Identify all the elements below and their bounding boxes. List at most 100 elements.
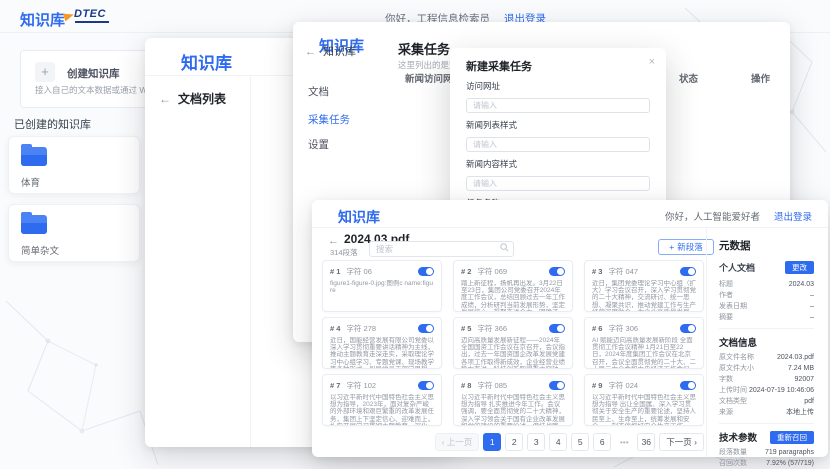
close-icon[interactable]: × — [649, 56, 655, 68]
segment-toggle[interactable] — [680, 267, 696, 276]
segment-text: 踏上新征程，扬帆再出发。3月22日至23日，集团公司党委召开2024年度工作会议… — [461, 280, 565, 312]
sidebar-item-settings[interactable]: 设置 — [308, 137, 329, 152]
column-header-action: 操作 — [751, 71, 770, 85]
info-key: 原文件大小 — [719, 364, 754, 373]
segment-card[interactable]: # 7字符 102以习近平新时代中国特色社会主义思想为指导，2023年，面对复杂… — [322, 374, 442, 426]
pagination-page-4[interactable]: 4 — [549, 433, 567, 451]
doc-type-label: 个人文档 — [719, 261, 755, 274]
user-name: 你好，人工智能爱好者 — [665, 212, 760, 223]
metadata-panel: 元数据 个人文档 更改 标题2024.03 作者– 发表日期– 摘要– 文档信息… — [706, 228, 828, 457]
field-input-content-style[interactable] — [466, 176, 650, 191]
segment-card[interactable]: # 8字符 085以习近平新时代中国特色社会主义思想为指导 扎实推进今年工作。会… — [453, 374, 573, 426]
segment-id: # 2 — [461, 267, 471, 276]
segment-id: # 9 — [592, 381, 602, 390]
segment-card[interactable]: # 9字符 024以习近平新时代中国特色社会主义思想为指导 出让全国属、深入学习… — [584, 374, 704, 426]
segment-id: # 5 — [461, 324, 471, 333]
window-header: 知识库 你好，人工智能爱好者 退出登录 — [312, 200, 828, 228]
info-value: 7.24 MB — [788, 364, 814, 373]
segment-text: 以习近平新时代中国特色社会主义思想为指导 扎实推进今年工作。会议强调，要全面贯彻… — [461, 394, 565, 426]
info-row: 上传时间2024-07-19 10:46:06 — [719, 386, 814, 395]
pagination-page-3[interactable]: 3 — [527, 433, 545, 451]
change-button[interactable]: 更改 — [785, 261, 814, 274]
pagination-page-36[interactable]: 36 — [637, 433, 655, 451]
created-kb-label: 已创建的知识库 — [14, 116, 91, 132]
pagination-prev[interactable]: ‹ 上一页 — [435, 433, 480, 451]
sidebar-item-docs[interactable]: 文档 — [308, 84, 329, 99]
field-label-url: 访问网址 — [466, 80, 650, 92]
segment-card[interactable]: # 6字符 306AI 赋能迈向高质量发展新阶段 全面贯彻工作会议精神 1月21… — [584, 317, 704, 369]
pagination-page-1[interactable]: 1 — [483, 433, 501, 451]
pagination-page-2[interactable]: 2 — [505, 433, 523, 451]
field-input-list-style[interactable] — [466, 137, 650, 152]
tech-key: 召回次数 — [719, 459, 747, 468]
segment-card[interactable]: # 4字符 278近日，国能经营发展有限公司党委以深入学习贯彻重要讲话精神为主线… — [322, 317, 442, 369]
info-key: 原文件名称 — [719, 353, 754, 362]
info-key: 文档类型 — [719, 397, 747, 406]
back-arrow-icon[interactable]: ← — [305, 46, 316, 58]
segment-chars: 字符 102 — [346, 380, 376, 391]
segment-card[interactable]: # 5字符 366迈向高质量发展新征程——2024年全国国资工作会议在京召开，会… — [453, 317, 573, 369]
back-label: 知识库 — [323, 46, 356, 58]
pagination-next[interactable]: 下一页 › — [659, 433, 704, 451]
search-input[interactable] — [369, 241, 514, 257]
meta-row: 标题 2024.03 — [719, 280, 814, 289]
segment-text: 以习近平新时代中国特色社会主义思想为指导 出让全国属、深入学习贯彻关于安全生产的… — [592, 394, 696, 426]
back-arrow-icon[interactable]: ← — [159, 92, 171, 106]
segment-toggle[interactable] — [549, 381, 565, 390]
segment-card[interactable]: # 3字符 047近日，集团党委理论学习中心组（扩大）学习会议召开，深入学习贯彻… — [584, 260, 704, 312]
segment-toggle[interactable] — [549, 267, 565, 276]
segment-id: # 1 — [330, 267, 340, 276]
segment-chars: 字符 366 — [477, 323, 507, 334]
info-key: 来源 — [719, 408, 733, 417]
segment-toggle[interactable] — [549, 324, 565, 333]
sidebar-item-collect-tasks[interactable]: 采集任务 — [308, 112, 350, 127]
segment-toggle[interactable] — [680, 381, 696, 390]
segment-text: AI 赋能迈向高质量发展新阶段 全面贯彻工作会议精神 1月21日至22日，202… — [592, 337, 696, 369]
logout-link[interactable]: 退出登录 — [774, 212, 812, 223]
kb-card-name: 体育 — [21, 175, 40, 189]
info-row: 原文件大小 7.24 MB — [719, 364, 814, 373]
meta-value: – — [810, 313, 814, 322]
meta-row: 作者– — [719, 291, 814, 300]
info-row: 字数92007 — [719, 375, 814, 384]
segment-id: # 6 — [592, 324, 602, 333]
segment-toggle[interactable] — [418, 381, 434, 390]
search-box — [369, 239, 514, 255]
magnifier-icon — [500, 243, 509, 252]
column-header-status: 状态 — [679, 71, 698, 85]
app-title: 知识库 — [338, 207, 380, 227]
segment-toggle[interactable] — [680, 324, 696, 333]
tech-value: 7.92% (57/719) — [766, 459, 814, 468]
tech-value: 719 paragraphs — [765, 448, 814, 457]
kb-card-sports[interactable]: 体育 — [8, 136, 140, 194]
kb-card-misc[interactable]: 简单杂文 — [8, 204, 140, 262]
back-arrow-icon[interactable]: ← — [328, 235, 339, 247]
pagination-ellipsis[interactable]: ••• — [615, 433, 633, 451]
meta-value: 2024.03 — [789, 280, 814, 289]
segment-grid: # 1字符 06figure1-figure-0.jpg:图例c name:fi… — [322, 260, 704, 426]
segment-count: 314段落 — [330, 247, 358, 258]
page-title: 采集任务 — [398, 39, 450, 58]
modal-title: 新建采集任务 — [466, 58, 650, 74]
re-recall-button[interactable]: 重新召回 — [770, 431, 814, 444]
segment-text: 近日，国能经营发展有限公司党委以深入学习贯彻重要讲话精神为主线，推动主题教育走深… — [330, 337, 434, 369]
pagination-page-6[interactable]: 6 — [593, 433, 611, 451]
meta-key: 作者 — [719, 291, 733, 300]
meta-key: 标题 — [719, 280, 733, 289]
tech-row: 召回次数 7.92% (57/719) — [719, 459, 814, 468]
back-doc-list[interactable]: ←文档列表 — [159, 90, 226, 107]
segment-toggle[interactable] — [418, 324, 434, 333]
segment-card[interactable]: # 1字符 06figure1-figure-0.jpg:图例c name:fi… — [322, 260, 442, 312]
segment-toggle[interactable] — [418, 267, 434, 276]
field-input-url[interactable] — [466, 98, 650, 113]
segment-card[interactable]: # 2字符 069踏上新征程，扬帆再出发。3月22日至23日，集团公司党委召开2… — [453, 260, 573, 312]
pagination-page-5[interactable]: 5 — [571, 433, 589, 451]
add-segment-label: 新段落 — [677, 241, 703, 253]
meta-row: 发表日期– — [719, 302, 814, 311]
new-task-modal: 新建采集任务 × 访问网址 新闻列表样式 新闻内容样式 任务名称 是否定时执行 … — [450, 48, 666, 210]
info-key: 上传时间 — [719, 386, 747, 395]
info-value: 本地上传 — [786, 408, 814, 417]
back-kb[interactable]: ← 知识库 — [305, 43, 356, 59]
kb-card-name: 简单杂文 — [21, 243, 59, 257]
folder-icon — [21, 215, 47, 234]
